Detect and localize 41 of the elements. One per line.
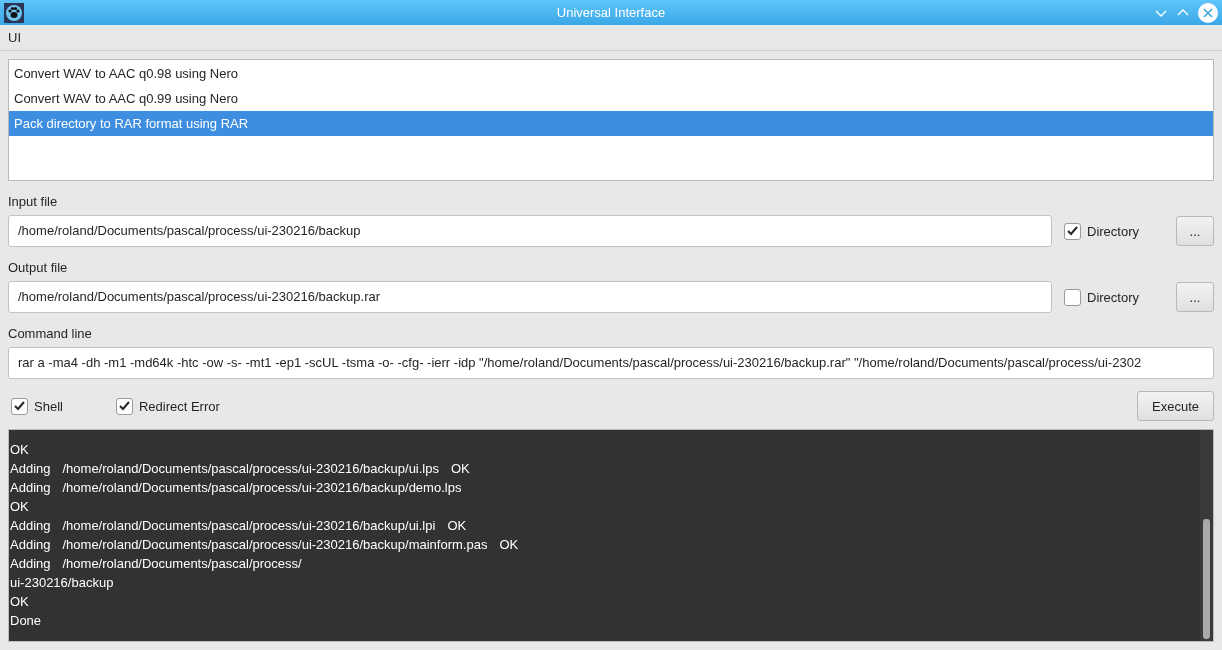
console-text: Adding xyxy=(10,555,51,573)
console-text: OK xyxy=(499,536,519,554)
window-title: Universal Interface xyxy=(556,5,666,21)
console-text: Adding xyxy=(10,479,51,497)
console-text: /home/roland/Documents/pascal/process/ui-230216/backup/demo.lps xyxy=(62,479,462,497)
field-label: Output file xyxy=(8,260,69,275)
browse-button[interactable]: ... xyxy=(1176,216,1214,246)
console-text: Adding xyxy=(10,517,51,535)
directory-checkbox[interactable]: Directory xyxy=(1064,222,1164,240)
command-field[interactable]: rar a -ma4 -dh -m1 -md64k -htc -ow -s- -mt1 -ep1 -scUL -tsma -o- -cfg- -ierr -idp "/home/roland/Documents/pascal/process/ui-230216/backup.rar" "/home/roland/Documents/pascal/process/ui-2302 xyxy=(8,347,1214,379)
console-text: OK xyxy=(447,517,467,535)
console-text: /home/roland/Documents/pascal/process/ xyxy=(62,555,302,573)
checkmark-icon xyxy=(118,401,130,411)
path-field[interactable]: /home/roland/Documents/pascal/process/ui-230216/backup xyxy=(8,215,1052,247)
console-text: OK xyxy=(10,498,29,516)
preset-item[interactable]: Convert WAV to AAC q0.99 using Nero xyxy=(9,86,1213,111)
browse-button[interactable]: ... xyxy=(1176,282,1214,312)
console-text: ui-230216/backup xyxy=(10,574,114,592)
directory-checkbox[interactable]: Directory xyxy=(1064,288,1164,306)
option-checkbox[interactable]: Redirect Error xyxy=(115,397,220,415)
console-text: OK xyxy=(451,460,470,478)
execute-button[interactable]: Execute xyxy=(1137,391,1214,421)
field-label: Input file xyxy=(8,194,59,209)
console-text: Done xyxy=(10,612,42,630)
menu-item[interactable]: UI xyxy=(8,30,21,46)
console-text: OK xyxy=(10,441,29,459)
preset-item[interactable]: Convert WAV to AAC q0.98 using Nero xyxy=(9,61,1213,86)
console-text: /home/roland/Documents/pascal/process/ui-230216/backup/mainform.pas xyxy=(62,536,488,554)
paw-icon xyxy=(4,2,24,23)
field-label: Command line xyxy=(8,326,93,341)
checkmark-icon xyxy=(1067,226,1078,236)
console-text: Adding xyxy=(10,460,51,478)
close-icon[interactable] xyxy=(1198,2,1218,23)
checkmark-icon xyxy=(14,401,25,411)
path-field[interactable]: /home/roland/Documents/pascal/process/ui-230216/backup.rar xyxy=(8,281,1052,313)
console-text: OK xyxy=(10,593,29,611)
console-text: /home/roland/Documents/pascal/process/ui-230216/backup/ui.lps xyxy=(62,460,439,478)
console-text: /home/roland/Documents/pascal/process/ui-230216/backup/ui.lpi xyxy=(62,517,436,535)
scrollbar-thumb[interactable] xyxy=(1203,519,1210,639)
option-checkbox[interactable]: Shell xyxy=(11,397,63,415)
console-text: Adding xyxy=(10,536,51,554)
